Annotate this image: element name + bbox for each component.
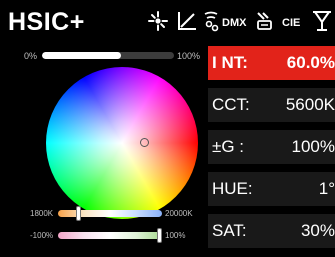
color-wheel-marker[interactable] [139, 137, 149, 147]
bulb-icon[interactable] [311, 10, 333, 37]
param-value: 100% [291, 137, 335, 156]
param-row-green[interactable]: ±G : 100% [208, 130, 335, 164]
param-row-sat[interactable]: SAT: 30% [208, 214, 335, 248]
param-name: CCT: [212, 95, 250, 114]
intensity-bar[interactable] [42, 52, 174, 59]
param-name: HUE: [212, 179, 253, 198]
param-row-intensity[interactable]: I NT: 60.0% [208, 46, 335, 80]
sat-slider-thumb[interactable] [157, 228, 163, 243]
cct-slider[interactable] [58, 206, 162, 221]
intensity-min-label: 0% [24, 51, 38, 61]
param-row-cct[interactable]: CCT: 5600K [208, 88, 335, 122]
sat-max-label: 100% [165, 231, 186, 240]
sat-slider[interactable] [58, 228, 163, 243]
param-value: 1° [318, 179, 335, 198]
param-name: ±G : [212, 137, 244, 156]
mode-icon-bar: DMX CIE [146, 10, 335, 34]
param-row-hue[interactable]: HUE: 1° [208, 172, 335, 206]
dmx-label: DMX [222, 17, 247, 29]
param-value: 60.0% [286, 53, 335, 72]
cct-max-label: 20000K [165, 209, 193, 218]
color-wheel-shade [46, 67, 198, 219]
cie-button[interactable]: CIE [282, 17, 300, 29]
param-name: I NT: [212, 53, 248, 72]
param-value: 5600K [285, 95, 335, 114]
curve-icon[interactable] [176, 10, 198, 37]
intensity-bar-fill [42, 52, 122, 59]
fx-icon[interactable] [146, 10, 170, 37]
intensity-max-label: 100% [177, 51, 201, 61]
mode-title: HSIC+ [8, 8, 85, 36]
param-name: SAT: [212, 221, 247, 240]
param-value: 30% [300, 221, 335, 240]
color-wheel[interactable] [46, 67, 198, 219]
sat-min-label: -100% [30, 231, 54, 240]
cct-min-label: 1800K [30, 209, 54, 218]
dmx-icon [204, 11, 219, 32]
cct-slider-thumb[interactable] [76, 206, 82, 221]
ff-icon[interactable] [254, 10, 276, 37]
